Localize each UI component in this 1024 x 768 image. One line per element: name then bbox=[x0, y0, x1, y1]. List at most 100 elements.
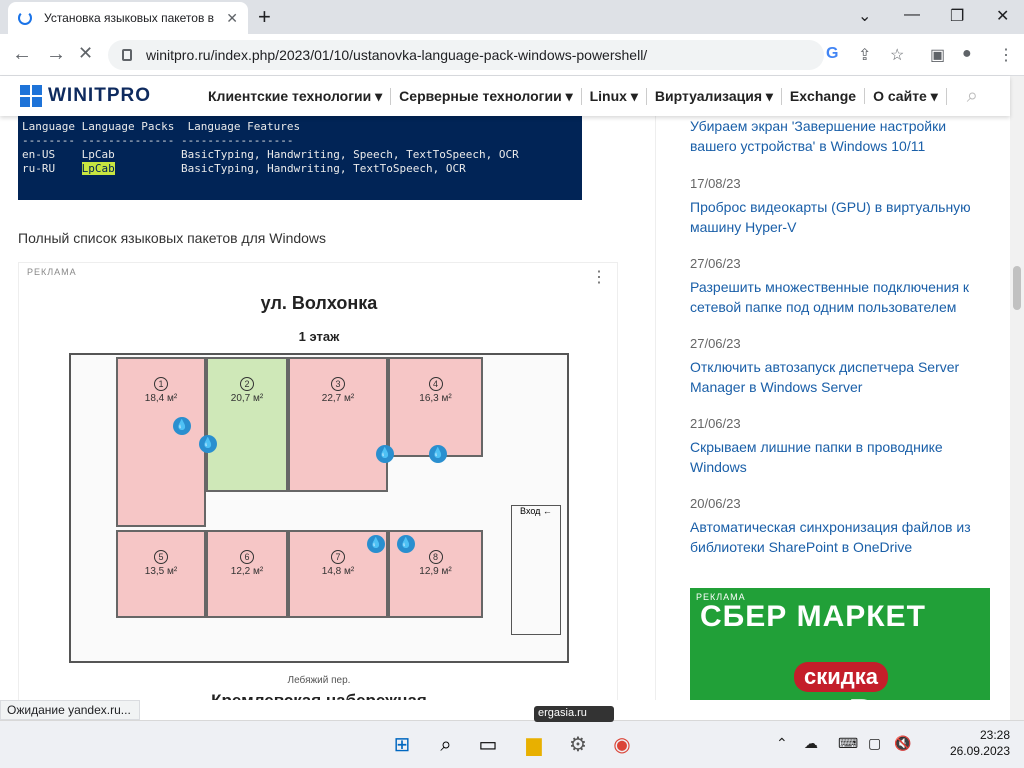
maximize-button[interactable]: ❐ bbox=[950, 6, 964, 26]
floorplan-ad[interactable]: РЕКЛАМА ⋮ ул. Волхонка 1 этаж 1 18,4 м² 2… bbox=[18, 262, 618, 700]
start-windows-icon[interactable]: ⊞ bbox=[388, 731, 416, 759]
post-date: 21/06/23 bbox=[690, 416, 741, 431]
room-area: 12,9 м² bbox=[419, 566, 452, 577]
menu-about[interactable]: О сайте ▾ bbox=[865, 87, 947, 105]
chevron-down-icon[interactable]: ⌄ bbox=[858, 6, 871, 26]
scrollbar-thumb[interactable] bbox=[1013, 266, 1021, 310]
loading-spinner-icon bbox=[18, 11, 32, 25]
bookmark-star-icon[interactable]: ☆ bbox=[890, 45, 904, 65]
sidebar-post[interactable]: 27/06/23 Отключить автозапуск диспетчера… bbox=[690, 336, 990, 397]
room-2: 2 20,7 м² bbox=[206, 357, 288, 492]
room-area: 14,8 м² bbox=[321, 566, 355, 577]
close-tab-icon[interactable]: ✕ bbox=[226, 10, 238, 27]
post-title[interactable]: Скрываем лишние папки в проводнике Windo… bbox=[690, 437, 990, 477]
ad-brand: СБЕР МАРКЕТ bbox=[700, 600, 926, 633]
lang-features: BasicTyping, Handwriting, TextToSpeech, … bbox=[180, 162, 466, 175]
sidebar-post[interactable]: 17/08/23 Проброс видеокарты (GPU) в вирт… bbox=[690, 176, 990, 237]
street-name: ул. Волхонка bbox=[260, 293, 378, 313]
site-header: WINITPRO Клиентские технологии ▾ Серверн… bbox=[0, 76, 1010, 116]
sbermarket-ad[interactable]: РЕКЛАМА СБЕР МАРКЕТ скидка 1000 ₽ bbox=[690, 588, 990, 700]
post-title[interactable]: Проброс видеокарты (GPU) в виртуальную м… bbox=[690, 197, 990, 237]
menu-label: Виртуализация bbox=[654, 87, 762, 104]
menu-linux[interactable]: Linux ▾ bbox=[582, 87, 647, 105]
settings-gear-icon[interactable]: ⚙ bbox=[564, 731, 592, 759]
lock-icon bbox=[122, 49, 132, 61]
address-bar[interactable]: winitpro.ru/index.php/2023/01/10/ustanov… bbox=[108, 40, 824, 70]
tab-title: Установка языковых пакетов в bbox=[44, 11, 215, 25]
menu-client-tech[interactable]: Клиентские технологии ▾ bbox=[200, 87, 392, 105]
minimize-button[interactable]: — bbox=[904, 6, 920, 24]
search-icon[interactable]: ⌕ bbox=[967, 85, 978, 108]
keyboard-icon[interactable]: ⌨ bbox=[838, 735, 858, 752]
task-view-icon[interactable]: ▭ bbox=[474, 731, 502, 759]
ad-discount: скидка bbox=[794, 662, 888, 692]
ad-source-badge[interactable]: ergasia.ru bbox=[534, 706, 614, 722]
network-icon[interactable]: ▢ bbox=[868, 735, 881, 752]
forward-button[interactable]: → bbox=[46, 43, 66, 66]
onedrive-icon[interactable]: ☁ bbox=[804, 735, 818, 752]
post-title[interactable]: Отключить автозапуск диспетчера Server M… bbox=[690, 357, 990, 397]
menu-label: Exchange bbox=[789, 88, 857, 104]
sidebar-post[interactable]: 21/06/23 Скрываем лишние папки в проводн… bbox=[690, 416, 990, 477]
share-icon[interactable]: ⇪ bbox=[858, 45, 871, 65]
water-drop-icon: 💧 bbox=[429, 445, 447, 463]
chrome-icon[interactable]: ◉ bbox=[608, 731, 636, 759]
menu-virtualization[interactable]: Виртуализация ▾ bbox=[647, 87, 782, 105]
room-6: 6 12,2 м² bbox=[206, 530, 288, 618]
room-number: 3 bbox=[331, 377, 345, 391]
menu-server-tech[interactable]: Серверные технологии ▾ bbox=[391, 87, 582, 105]
ad-amount: 1000 ₽ bbox=[736, 692, 874, 700]
post-title[interactable]: Автоматическая синхронизация файлов из б… bbox=[690, 517, 990, 557]
menu-label: Серверные технологии bbox=[399, 87, 562, 104]
search-icon[interactable]: ⌕ bbox=[432, 731, 460, 759]
menu-kebab-icon[interactable]: ⋮ bbox=[998, 45, 1014, 65]
ad-menu-icon[interactable]: ⋮ bbox=[591, 267, 607, 287]
file-explorer-icon[interactable]: ▆ bbox=[520, 731, 548, 759]
status-bar: Ожидание yandex.ru... bbox=[0, 700, 140, 720]
stop-button[interactable]: ✕ bbox=[78, 43, 93, 64]
terminal-header: Language Language Packs Language Feature… bbox=[22, 120, 301, 133]
chevron-up-icon[interactable]: ⌃ bbox=[776, 735, 788, 752]
room-4: 4 16,3 м² bbox=[388, 357, 483, 457]
profile-avatar-icon[interactable]: ● bbox=[962, 45, 972, 63]
post-date: 27/06/23 bbox=[690, 336, 741, 351]
sidebar-post[interactable]: 27/06/23 Разрешить множественные подключ… bbox=[690, 256, 990, 317]
room-3: 3 22,7 м² bbox=[288, 357, 388, 492]
windows-taskbar: ⊞ ⌕ ▭ ▆ ⚙ ◉ ⌃ ☁ ⌨ ▢ 🔇 23:28 26.09.2023 bbox=[0, 720, 1024, 768]
room-5: 5 13,5 м² bbox=[116, 530, 206, 618]
room-number: 7 bbox=[331, 550, 345, 564]
browser-tab[interactable]: Установка языковых пакетов в ✕ bbox=[8, 2, 248, 34]
google-lens-icon[interactable]: G bbox=[826, 45, 838, 63]
room-area: 22,7 м² bbox=[321, 393, 355, 404]
menu-exchange[interactable]: Exchange bbox=[782, 88, 866, 104]
room-number: 8 bbox=[428, 550, 443, 564]
embankment-name: Кремлевская набережная bbox=[19, 691, 617, 700]
lang-pack-highlighted: LpCab bbox=[81, 162, 115, 175]
site-logo[interactable]: WINITPRO bbox=[20, 85, 200, 107]
powershell-screenshot: Language Language Packs Language Feature… bbox=[18, 116, 582, 200]
post-title[interactable]: Разрешить множественные подключения к се… bbox=[690, 277, 990, 317]
sidebar-recent-posts: Убираем экран 'Завершение настройки ваше… bbox=[655, 116, 995, 700]
clock-time: 23:28 bbox=[979, 728, 1010, 742]
post-title[interactable]: Убираем экран 'Завершение настройки ваше… bbox=[690, 116, 990, 156]
close-window-button[interactable]: ✕ bbox=[996, 6, 1009, 26]
lang-features: BasicTyping, Handwriting, Speech, TextTo… bbox=[180, 148, 519, 161]
sidebar-post[interactable]: Убираем экран 'Завершение настройки ваше… bbox=[690, 116, 990, 156]
system-clock[interactable]: 23:28 26.09.2023 bbox=[950, 727, 1010, 759]
post-date: 17/08/23 bbox=[690, 176, 741, 191]
side-panel-icon[interactable]: ▣ bbox=[930, 45, 945, 65]
water-drop-icon: 💧 bbox=[173, 417, 191, 435]
menu-label: Клиентские технологии bbox=[208, 87, 372, 104]
sidebar-post[interactable]: 20/06/23 Автоматическая синхронизация фа… bbox=[690, 496, 990, 557]
back-button[interactable]: ← bbox=[12, 43, 32, 66]
page-scrollbar[interactable] bbox=[1010, 76, 1024, 720]
lang-code: ru-RU bbox=[22, 162, 56, 175]
menu-label: Linux bbox=[589, 87, 627, 104]
lang-pack: LpCab bbox=[81, 148, 115, 161]
new-tab-button[interactable]: + bbox=[258, 4, 271, 30]
volume-muted-icon[interactable]: 🔇 bbox=[894, 735, 911, 752]
room-number: 5 bbox=[154, 550, 168, 564]
terminal-row: ru-RU LpCab BasicTyping, Handwriting, Te… bbox=[22, 162, 578, 176]
floor-label: 1 этаж bbox=[298, 329, 340, 344]
ad-label: РЕКЛАМА bbox=[27, 267, 77, 277]
